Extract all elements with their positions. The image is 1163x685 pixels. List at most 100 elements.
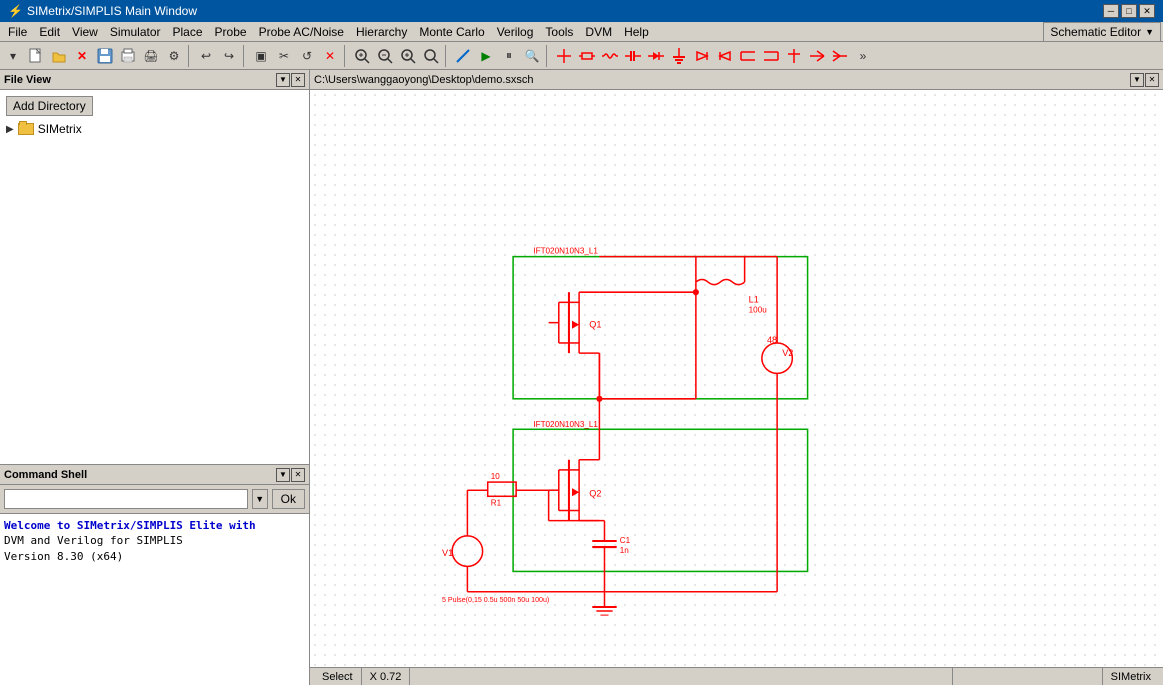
status-app: SIMetrix — [1103, 668, 1159, 685]
toolbar-separator-1 — [188, 45, 192, 67]
menu-view[interactable]: View — [66, 23, 104, 41]
cut-button[interactable]: ✂ — [273, 45, 295, 67]
component-8-button[interactable] — [714, 45, 736, 67]
menu-file[interactable]: File — [2, 23, 33, 41]
menu-bar: File Edit View Simulator Place Probe Pro… — [0, 22, 1163, 42]
schematic-header-controls: ▼ ✕ — [1130, 73, 1159, 87]
cmd-dropdown-button[interactable]: ▼ — [252, 489, 268, 509]
menu-hierarchy[interactable]: Hierarchy — [350, 23, 413, 41]
print-button[interactable]: 🖨 — [140, 45, 162, 67]
component-13-button[interactable] — [829, 45, 851, 67]
menu-edit[interactable]: Edit — [33, 23, 66, 41]
menu-tools[interactable]: Tools — [539, 23, 579, 41]
component-4-button[interactable] — [622, 45, 644, 67]
chevron-down-icon: ▼ — [1145, 27, 1154, 37]
component-7-button[interactable] — [691, 45, 713, 67]
component-11-button[interactable] — [783, 45, 805, 67]
cmd-output-line-3: Version 8.30 (x64) — [4, 550, 123, 563]
file-view-minimize-button[interactable]: ▼ — [276, 73, 290, 87]
svg-text:C1: C1 — [620, 536, 631, 545]
minimize-button[interactable]: ─ — [1103, 4, 1119, 18]
zoom-out-button[interactable] — [374, 45, 396, 67]
component-12-button[interactable] — [806, 45, 828, 67]
menu-probe-ac-noise[interactable]: Probe AC/Noise — [253, 23, 350, 41]
new-button[interactable] — [25, 45, 47, 67]
folder-icon — [18, 123, 34, 135]
schematic-canvas[interactable]: Q1 IFT020N10N3_L1 Q2 IFT020N10N3_L1 — [310, 90, 1163, 685]
run-button[interactable]: ▶ — [475, 45, 497, 67]
component-5-button[interactable] — [645, 45, 667, 67]
toolbar-separator-3 — [344, 45, 348, 67]
print-preview-button[interactable] — [117, 45, 139, 67]
close-button[interactable]: ✕ — [1139, 4, 1155, 18]
title-bar: ⚡ SIMetrix/SIMPLIS Main Window ─ □ ✕ — [0, 0, 1163, 22]
select-all-button[interactable]: ▣ — [250, 45, 272, 67]
toolbar-separator-4 — [445, 45, 449, 67]
open-button[interactable] — [48, 45, 70, 67]
menu-help[interactable]: Help — [618, 23, 655, 41]
svg-text:IFT020N10N3_L1: IFT020N10N3_L1 — [533, 247, 598, 256]
cmd-shell-close-button[interactable]: ✕ — [291, 468, 305, 482]
cmd-output-line-2: DVM and Verilog for SIMPLIS — [4, 534, 183, 547]
schematic-header: C:\Users\wanggaoyong\Desktop\demo.sxsch … — [310, 70, 1163, 90]
simetrix-tree-item[interactable]: ▶ SIMetrix — [2, 120, 307, 138]
component-9-button[interactable] — [737, 45, 759, 67]
zoom-fit-button[interactable] — [420, 45, 442, 67]
toolbar-separator-2 — [243, 45, 247, 67]
left-panel: File View ▼ ✕ Add Directory ▶ SIMetrix C… — [0, 70, 310, 685]
status-empty-2 — [953, 668, 1103, 685]
component-3-button[interactable] — [599, 45, 621, 67]
cmd-shell-title: Command Shell — [4, 469, 87, 481]
schematic-area: C:\Users\wanggaoyong\Desktop\demo.sxsch … — [310, 70, 1163, 685]
component-10-button[interactable] — [760, 45, 782, 67]
simetrix-folder-label: SIMetrix — [38, 122, 82, 136]
cmd-ok-button[interactable]: Ok — [272, 489, 305, 509]
redo-button[interactable]: ↪ — [218, 45, 240, 67]
file-view-content: Add Directory ▶ SIMetrix — [0, 90, 309, 464]
zoom-in-button[interactable] — [397, 45, 419, 67]
component-1-button[interactable] — [553, 45, 575, 67]
save-button[interactable] — [94, 45, 116, 67]
undo-button[interactable]: ↩ — [195, 45, 217, 67]
cmd-shell-minimize-button[interactable]: ▼ — [276, 468, 290, 482]
new-dropdown-button[interactable]: ▾ — [2, 45, 24, 67]
schematic-minimize-button[interactable]: ▼ — [1130, 73, 1144, 87]
cmd-input-row: ▼ Ok — [0, 485, 309, 514]
more-button[interactable]: » — [852, 45, 874, 67]
svg-text:V1: V1 — [442, 548, 453, 558]
find-button[interactable]: 🔍 — [521, 45, 543, 67]
add-directory-button[interactable]: Add Directory — [6, 96, 93, 116]
menu-place[interactable]: Place — [167, 23, 209, 41]
svg-text:1n: 1n — [620, 546, 629, 555]
menu-monte-carlo[interactable]: Monte Carlo — [413, 23, 490, 41]
zoom-area-button[interactable] — [351, 45, 373, 67]
menu-dvm[interactable]: DVM — [579, 23, 618, 41]
component-6-button[interactable] — [668, 45, 690, 67]
cmd-input-field[interactable] — [4, 489, 248, 509]
svg-text:100u: 100u — [749, 305, 767, 314]
settings-button[interactable]: ⚙ — [163, 45, 185, 67]
menu-simulator[interactable]: Simulator — [104, 23, 167, 41]
svg-text:48: 48 — [767, 335, 777, 345]
repeat-button[interactable]: ↺ — [296, 45, 318, 67]
close-schematic-button[interactable]: ✕ — [71, 45, 93, 67]
pause-button[interactable]: ⏸ — [498, 45, 520, 67]
component-2-button[interactable] — [576, 45, 598, 67]
menu-verilog[interactable]: Verilog — [491, 23, 540, 41]
cmd-shell-controls: ▼ ✕ — [276, 468, 305, 482]
menu-probe[interactable]: Probe — [209, 23, 253, 41]
file-view-controls: ▼ ✕ — [276, 73, 305, 87]
cmd-shell-header: Command Shell ▼ ✕ — [0, 465, 309, 485]
svg-text:IFT020N10N3_L1: IFT020N10N3_L1 — [533, 420, 598, 429]
toolbar: ▾ ✕ 🖨 ⚙ ↩ ↪ ▣ ✂ ↺ ✕ ▶ ⏸ 🔍 — [0, 42, 1163, 70]
draw-wire-button[interactable] — [452, 45, 474, 67]
title-bar-controls: ─ □ ✕ — [1103, 4, 1155, 18]
toolbar-separator-5 — [546, 45, 550, 67]
maximize-button[interactable]: □ — [1121, 4, 1137, 18]
delete-button[interactable]: ✕ — [319, 45, 341, 67]
svg-text:V2: V2 — [782, 348, 793, 358]
schematic-editor-dropdown[interactable]: Schematic Editor ▼ — [1043, 22, 1161, 42]
svg-text:L1: L1 — [749, 294, 759, 304]
file-view-close-button[interactable]: ✕ — [291, 73, 305, 87]
schematic-close-button[interactable]: ✕ — [1145, 73, 1159, 87]
